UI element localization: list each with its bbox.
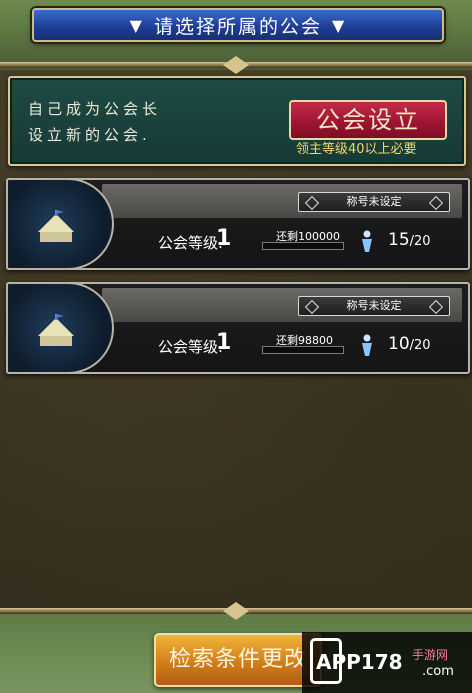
guild-members-max: /20	[409, 234, 431, 249]
create-guild-panel: 自己成为公会长 设立新的公会. 公会设立 领主等级40以上必要	[8, 76, 466, 166]
guild-select-header: ▼ 请选择所属的公会 ▼	[32, 8, 444, 42]
triangle-down-icon: ▼	[332, 15, 347, 35]
guild-member-count: 15/20	[388, 230, 431, 250]
guild-level-value: 1	[216, 330, 232, 355]
guild-members-current: 15	[388, 230, 410, 250]
guild-row[interactable]: 称号未设定 公会等级. 1 还剩98800 10/20	[6, 282, 470, 374]
guild-level-label: 公会等级.	[158, 338, 223, 356]
create-guild-line-1: 自己成为公会长	[28, 100, 162, 118]
person-icon	[362, 334, 372, 356]
create-guild-description: 自己成为公会长 设立新的公会.	[28, 96, 161, 148]
guild-level-label: 公会等级.	[158, 234, 223, 252]
guild-row[interactable]: 称号未设定 公会等级. 1 还剩100000 15/20	[6, 178, 470, 270]
guild-members-current: 10	[388, 334, 410, 354]
site-watermark: APP178 手游网 .com	[302, 632, 472, 693]
found-guild-requirement: 领主等级40以上必要	[296, 142, 417, 157]
watermark-brand: APP178	[316, 650, 403, 674]
change-search-conditions-button[interactable]: 检索条件更改	[154, 633, 322, 687]
header-title: 请选择所属的公会	[153, 15, 322, 38]
guild-progress-bar	[262, 242, 344, 250]
found-guild-button[interactable]: 公会设立	[289, 100, 447, 140]
guild-progress-bar	[262, 346, 344, 354]
watermark-cn: 手游网	[412, 648, 449, 662]
watermark-domain: .com	[422, 664, 454, 679]
guild-members-max: /20	[409, 338, 431, 353]
guild-emblem	[6, 178, 114, 270]
guild-emblem	[6, 282, 114, 374]
tent-icon	[38, 210, 74, 242]
guild-member-count: 10/20	[388, 334, 431, 354]
guild-level-value: 1	[216, 226, 232, 251]
triangle-down-icon: ▼	[129, 15, 144, 35]
tent-icon	[38, 314, 74, 346]
create-guild-line-2: 设立新的公会.	[28, 126, 151, 144]
guild-title-tag: 称号未设定	[298, 296, 450, 316]
person-icon	[362, 230, 372, 252]
guild-title-tag: 称号未设定	[298, 192, 450, 212]
